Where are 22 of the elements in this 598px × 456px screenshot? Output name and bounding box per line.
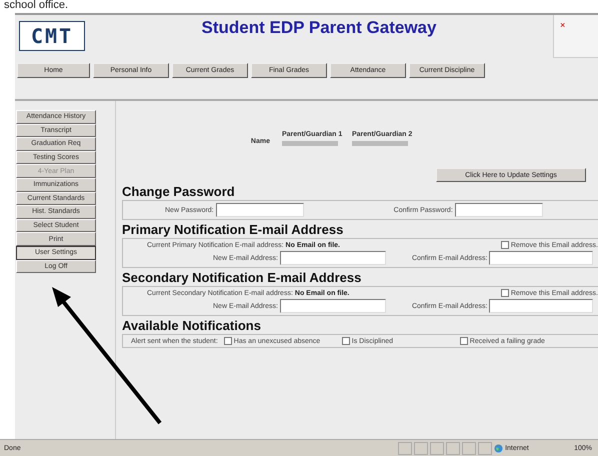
checkbox-icon[interactable] — [460, 337, 468, 345]
globe-icon — [494, 444, 504, 452]
caption-text: school office. — [3, 0, 70, 12]
broken-image-icon: × — [560, 20, 566, 30]
section-heading: Secondary Notification E-mail Address — [122, 271, 362, 285]
redacted-bar — [282, 141, 338, 146]
checkbox-icon[interactable] — [224, 337, 232, 345]
logo: CMT — [19, 21, 85, 51]
checkbox-icon[interactable] — [342, 337, 350, 345]
input-field[interactable] — [280, 299, 386, 313]
redacted-bar — [352, 141, 408, 146]
input-field[interactable] — [489, 251, 594, 265]
input-field[interactable] — [489, 299, 594, 313]
section-heading: Available Notifications — [122, 319, 262, 333]
checkbox-icon[interactable] — [500, 289, 509, 297]
section-heading: Change Password — [122, 185, 236, 199]
checkbox-icon[interactable] — [500, 241, 509, 249]
page-title: Student EDP Parent Gateway — [200, 18, 438, 38]
section-heading: Primary Notification E-mail Address — [122, 223, 344, 237]
input-field[interactable] — [280, 251, 386, 265]
input-field[interactable] — [216, 203, 304, 217]
input-field[interactable] — [454, 203, 543, 217]
